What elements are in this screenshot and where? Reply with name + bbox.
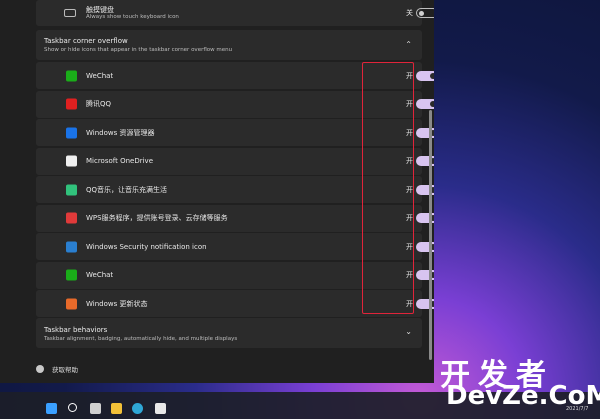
onedrive-icon [66, 155, 77, 167]
overflow-app-label: WeChat [86, 271, 114, 279]
overflow-app-label: Windows 更新状态 [86, 299, 148, 308]
store-icon[interactable] [155, 403, 166, 414]
behaviors-title: Taskbar behaviors [44, 326, 108, 334]
overflow-app-toggle[interactable] [416, 99, 434, 109]
get-help-link[interactable]: 获取帮助 [52, 364, 78, 374]
keyboard-icon [64, 9, 76, 17]
overflow-app-label: QQ音乐，让音乐充满生活 [86, 185, 168, 194]
task-view-icon[interactable] [90, 403, 101, 414]
scrollbar[interactable] [429, 110, 432, 360]
taskbar-behaviors-header[interactable]: Taskbar behaviors Taskbar alignment, bad… [36, 318, 422, 348]
wechat-icon [66, 70, 77, 81]
overflow-description: Show or hide icons that appear in the ta… [44, 47, 233, 53]
taskbar-corner-overflow-header[interactable]: Taskbar corner overflow Show or hide ico… [36, 30, 422, 60]
chevron-down-icon[interactable]: ⌄ [405, 327, 412, 336]
wechat-icon [66, 269, 77, 281]
behaviors-description: Taskbar alignment, badging, automaticall… [44, 336, 238, 342]
search-icon[interactable] [68, 403, 77, 412]
update-icon [66, 298, 77, 309]
overflow-app-label: WeChat [86, 71, 114, 80]
qq-music-icon [66, 184, 77, 195]
start-icon[interactable] [46, 403, 57, 414]
bluetooth-icon [66, 127, 77, 138]
overflow-title: Taskbar corner overflow [44, 37, 128, 45]
overflow-app-label: 腾讯QQ [86, 100, 112, 108]
touch-keyboard-row[interactable]: 触摸键盘 Always show touch keyboard icon 关 [36, 0, 434, 26]
overflow-app-label: Windows Security notification icon [86, 242, 207, 251]
edge-icon[interactable] [132, 403, 143, 414]
watermark-line2: DevZe.CoM [446, 381, 600, 411]
overflow-app-label: Microsoft OneDrive [86, 157, 153, 165]
overflow-app-label: WPS服务程序，提供账号登录、云存储等服务 [86, 214, 228, 222]
qq-icon [66, 98, 77, 110]
overflow-app-toggle[interactable] [416, 70, 434, 81]
touch-keyboard-toggle[interactable] [416, 8, 434, 18]
chevron-up-icon[interactable]: ⌃ [405, 40, 412, 49]
overflow-app-label: Windows 资源管理器 [86, 128, 155, 137]
file-explorer-icon[interactable] [111, 403, 122, 414]
help-icon [36, 365, 44, 373]
touch-keyboard-toggle-state: 关 [406, 9, 413, 17]
wps-icon [66, 212, 77, 224]
touch-keyboard-sublabel: Always show touch keyboard icon [86, 14, 179, 20]
toggle-highlight-box [362, 62, 414, 314]
security-icon [66, 241, 77, 252]
